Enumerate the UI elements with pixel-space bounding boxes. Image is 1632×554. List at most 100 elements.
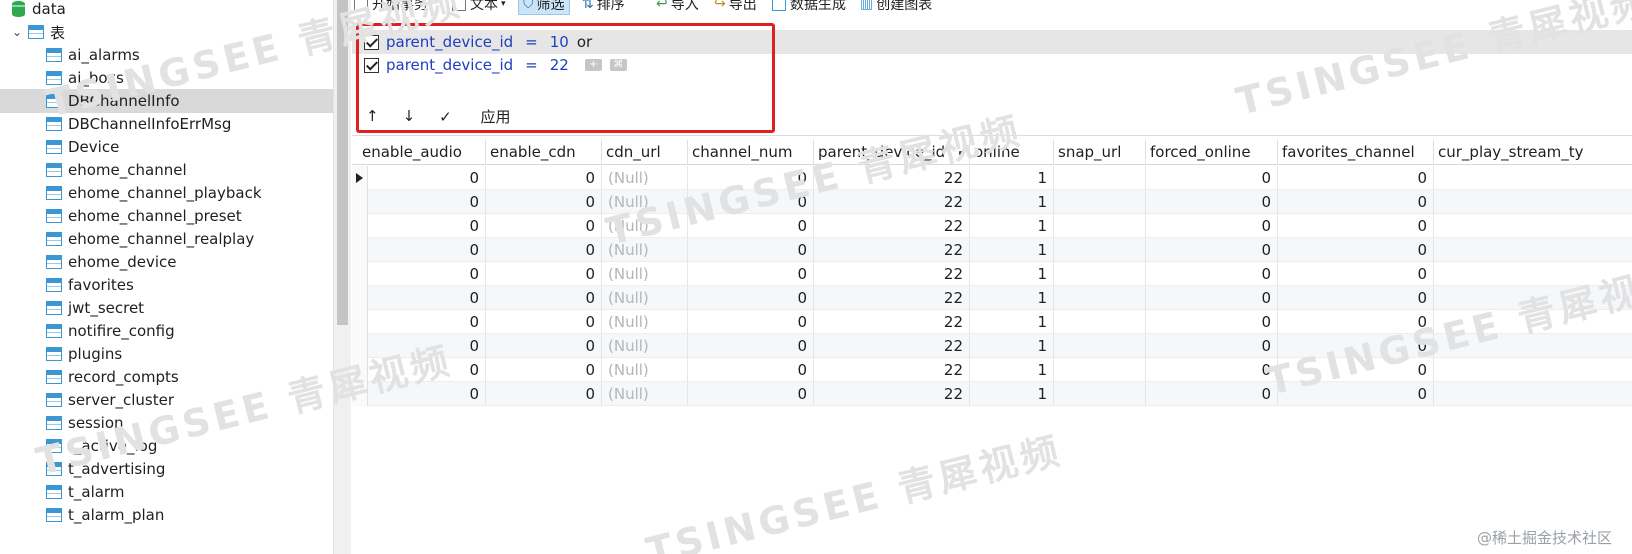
tree-item-table[interactable]: t_alarm xyxy=(0,480,333,504)
table-cell[interactable]: 0 xyxy=(486,262,602,286)
table-row[interactable]: 0 0 (Null) 0 22 1 0 0 xyxy=(352,334,1632,358)
tree-item-table[interactable]: ai_alarms xyxy=(0,43,333,67)
add-condition-icon[interactable]: + xyxy=(584,59,602,71)
table-cell[interactable]: 0 xyxy=(1278,286,1434,310)
table-cell[interactable]: 0 xyxy=(486,286,602,310)
column-header-online[interactable]: online xyxy=(970,140,1054,165)
table-cell[interactable] xyxy=(1434,358,1632,382)
table-cell[interactable] xyxy=(1054,286,1146,310)
table-cell[interactable]: (Null) xyxy=(602,214,688,238)
table-cell[interactable]: 0 xyxy=(1146,310,1278,334)
table-cell[interactable]: 0 xyxy=(1146,358,1278,382)
apply-button[interactable]: ✓ 应用 xyxy=(439,106,534,127)
tree-item-table[interactable]: favorites xyxy=(0,273,333,297)
table-cell[interactable]: 0 xyxy=(688,166,814,190)
tree-item-table[interactable]: record_compts xyxy=(0,365,333,389)
table-cell[interactable] xyxy=(1054,310,1146,334)
table-cell[interactable]: 0 xyxy=(358,190,486,214)
condition-2-field[interactable]: parent_device_id xyxy=(386,56,513,74)
table-cell[interactable]: 0 xyxy=(1146,334,1278,358)
column-header-channel-num[interactable]: channel_num xyxy=(688,140,814,165)
text-view-button[interactable]: 文本 ▾ xyxy=(452,0,506,15)
tree-item-table[interactable]: ehome_channel_playback xyxy=(0,181,333,205)
table-cell[interactable]: (Null) xyxy=(602,262,688,286)
table-cell[interactable] xyxy=(1054,190,1146,214)
table-cell[interactable]: 1 xyxy=(970,166,1054,190)
table-cell[interactable]: 0 xyxy=(1146,190,1278,214)
table-cell[interactable]: 0 xyxy=(688,190,814,214)
import-button[interactable]: ↩ 导入 xyxy=(656,0,699,15)
table-cell[interactable]: 0 xyxy=(358,358,486,382)
table-cell[interactable] xyxy=(1434,334,1632,358)
table-cell[interactable]: 0 xyxy=(358,166,486,190)
table-cell[interactable] xyxy=(1434,190,1632,214)
table-cell[interactable]: 1 xyxy=(970,214,1054,238)
add-group-icon[interactable]: ⌘ xyxy=(609,59,627,71)
condition-1-checkbox[interactable] xyxy=(364,34,379,50)
condition-2-operator[interactable]: = xyxy=(525,56,538,74)
table-cell[interactable]: 0 xyxy=(486,214,602,238)
tree-item-table[interactable]: ehome_channel_realplay xyxy=(0,227,333,251)
table-cell[interactable]: (Null) xyxy=(602,382,688,406)
tree-item-table[interactable]: t_active_log xyxy=(0,434,333,458)
table-row[interactable]: 0 0 (Null) 0 22 1 0 0 xyxy=(352,286,1632,310)
table-cell[interactable] xyxy=(1054,262,1146,286)
table-cell[interactable]: 22 xyxy=(814,238,970,262)
table-cell[interactable]: 22 xyxy=(814,382,970,406)
table-cell[interactable]: 0 xyxy=(358,334,486,358)
move-down-button[interactable]: ↓ xyxy=(403,107,416,125)
table-cell[interactable]: 0 xyxy=(1278,166,1434,190)
table-row[interactable]: 0 0 (Null) 0 22 1 0 0 xyxy=(352,382,1632,406)
table-cell[interactable] xyxy=(1434,286,1632,310)
table-cell[interactable]: 1 xyxy=(970,238,1054,262)
table-cell[interactable]: 0 xyxy=(1278,310,1434,334)
table-cell[interactable]: 22 xyxy=(814,166,970,190)
table-cell[interactable]: 22 xyxy=(814,334,970,358)
table-cell[interactable]: (Null) xyxy=(602,286,688,310)
column-header-enable-cdn[interactable]: enable_cdn xyxy=(486,140,602,165)
table-cell[interactable] xyxy=(1054,166,1146,190)
filter-button[interactable]: ⛉ 筛选 xyxy=(518,0,570,15)
table-cell[interactable]: 0 xyxy=(1278,334,1434,358)
table-cell[interactable]: 0 xyxy=(486,358,602,382)
table-cell[interactable]: 0 xyxy=(486,190,602,214)
table-cell[interactable]: 0 xyxy=(358,262,486,286)
table-cell[interactable] xyxy=(1434,214,1632,238)
table-cell[interactable]: 0 xyxy=(1278,262,1434,286)
tree-item-table[interactable]: ehome_channel_preset xyxy=(0,204,333,228)
table-row[interactable]: 0 0 (Null) 0 22 1 0 0 xyxy=(352,310,1632,334)
table-cell[interactable]: 0 xyxy=(358,238,486,262)
column-header-cur-play-stream-ty[interactable]: cur_play_stream_ty xyxy=(1434,140,1632,165)
tree-item-table[interactable]: DBChannelInfo xyxy=(0,89,333,113)
tree-item-table[interactable]: ehome_channel xyxy=(0,158,333,182)
table-row[interactable]: 0 0 (Null) 0 22 1 0 0 xyxy=(352,262,1632,286)
table-cell[interactable]: 0 xyxy=(1146,166,1278,190)
table-cell[interactable]: (Null) xyxy=(602,166,688,190)
tree-scrollbar[interactable] xyxy=(334,0,351,554)
table-cell[interactable]: 1 xyxy=(970,334,1054,358)
tree-item-table[interactable]: plugins xyxy=(0,342,333,366)
table-cell[interactable]: 22 xyxy=(814,214,970,238)
table-cell[interactable]: (Null) xyxy=(602,238,688,262)
begin-transaction-button[interactable]: 开始事务 xyxy=(354,0,428,15)
table-cell[interactable] xyxy=(1434,238,1632,262)
table-cell[interactable] xyxy=(1054,334,1146,358)
table-row[interactable]: 0 0 (Null) 0 22 1 0 0 xyxy=(352,214,1632,238)
column-header-snap-url[interactable]: snap_url xyxy=(1054,140,1146,165)
condition-2-checkbox[interactable] xyxy=(364,57,379,73)
column-header-cdn-url[interactable]: cdn_url xyxy=(602,140,688,165)
table-cell[interactable]: 0 xyxy=(486,382,602,406)
column-header-enable-audio[interactable]: enable_audio xyxy=(358,140,486,165)
table-cell[interactable]: 0 xyxy=(1278,190,1434,214)
table-cell[interactable]: 0 xyxy=(688,238,814,262)
table-cell[interactable] xyxy=(1434,310,1632,334)
table-row[interactable]: 0 0 (Null) 0 22 1 0 0 xyxy=(352,358,1632,382)
tree-item-table[interactable]: notifire_config xyxy=(0,319,333,343)
table-cell[interactable] xyxy=(1434,262,1632,286)
table-row[interactable]: 0 0 (Null) 0 22 1 0 0 xyxy=(352,166,1632,190)
create-chart-button[interactable]: ▥ 创建图表 xyxy=(860,0,932,15)
table-cell[interactable] xyxy=(1054,382,1146,406)
table-cell[interactable]: 0 xyxy=(1146,262,1278,286)
tree-db-node[interactable]: data xyxy=(0,0,333,21)
export-button[interactable]: ↪ 导出 xyxy=(714,0,757,15)
